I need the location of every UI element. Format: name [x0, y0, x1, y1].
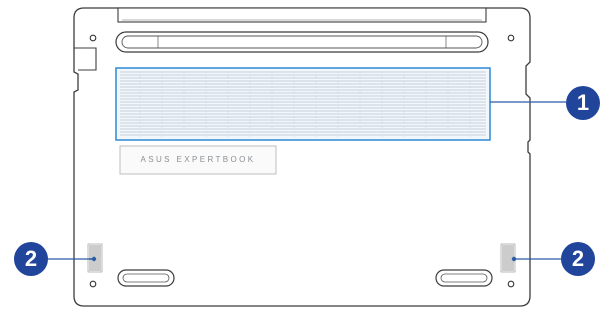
callout-badge-vent: 1	[566, 86, 600, 120]
screw-top-left	[89, 34, 97, 42]
laptop-bottom-diagram: ASUS EXPERTBOOK 1 2 2	[0, 0, 602, 310]
screw-top-right	[507, 34, 515, 42]
callout-badge-speaker-right: 2	[561, 242, 595, 276]
leader-dot-speaker-right	[511, 256, 517, 262]
rubber-foot-bottom-right-inner	[440, 273, 488, 283]
screw-bottom-right	[507, 280, 515, 288]
brand-label: ASUS EXPERTBOOK	[140, 155, 256, 164]
rubber-foot-bottom-left-inner	[122, 273, 170, 283]
callout-badge-speaker-left: 2	[14, 242, 48, 276]
screw-bottom-left	[89, 280, 97, 288]
rubber-foot-top-inner	[121, 35, 483, 49]
leader-dot-speaker-left	[91, 256, 97, 262]
laptop-bottom-view	[48, 7, 566, 307]
